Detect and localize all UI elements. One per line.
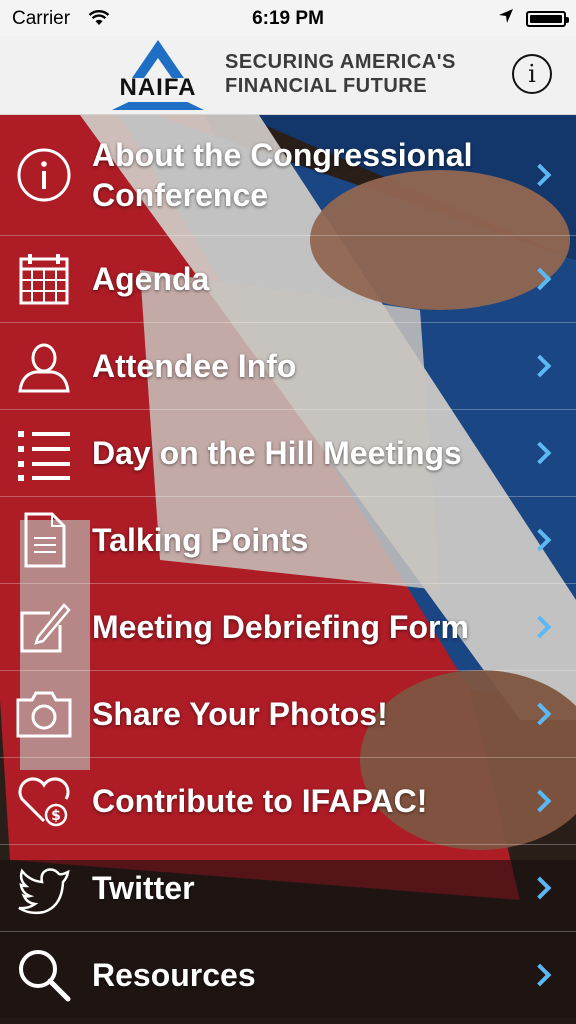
menu-item-label: Share Your Photos! [92, 696, 388, 732]
chevron-right-icon [528, 163, 552, 186]
menu-item-label: Agenda [92, 261, 210, 297]
clock: 6:19 PM [252, 8, 324, 29]
info-circle-icon [14, 145, 74, 205]
person-icon [14, 336, 74, 396]
list-icon [14, 423, 74, 483]
battery-icon [526, 11, 569, 27]
menu-item-label: Resources [92, 957, 256, 993]
menu-item-label: Attendee Info [92, 348, 297, 384]
chevron-right-icon [528, 702, 552, 726]
menu-item-attendee-info[interactable]: Attendee Info [0, 323, 576, 410]
tagline: SECURING AMERICA'S FINANCIAL FUTURE [225, 50, 470, 98]
svg-text:$: $ [51, 808, 61, 824]
menu-item-label: Talking Points [92, 522, 309, 558]
app-header: NAIFA SECURING AMERICA'S FINANCIAL FUTUR… [0, 36, 576, 115]
tagline-line-1: SECURING AMERICA'S [225, 51, 456, 73]
menu-item-agenda[interactable]: Agenda [0, 236, 576, 323]
edit-form-icon [14, 597, 74, 657]
twitter-bird-icon [14, 858, 74, 918]
menu-item-debriefing-form[interactable]: Meeting Debriefing Form [0, 584, 576, 671]
chevron-right-icon [528, 354, 552, 378]
menu-item-resources[interactable]: Resources [0, 932, 576, 1018]
main-menu: About the Congressional Conference Agend… [0, 114, 576, 1018]
menu-item-label: Contribute to IFAPAC! [92, 783, 428, 819]
menu-item-about[interactable]: About the Congressional Conference [0, 114, 576, 236]
chevron-right-icon [528, 963, 552, 987]
status-bar: Carrier 6:19 PM [0, 0, 576, 36]
chevron-right-icon [528, 876, 552, 900]
menu-item-label: Twitter [92, 870, 195, 906]
tagline-line-2: FINANCIAL FUTURE [225, 75, 428, 97]
document-icon [14, 510, 74, 570]
menu-item-share-photos[interactable]: Share Your Photos! [0, 671, 576, 758]
menu-item-label: Day on the Hill Meetings [92, 435, 462, 471]
menu-item-contribute[interactable]: $ Contribute to IFAPAC! [0, 758, 576, 845]
logo-text: NAIFA [119, 74, 197, 101]
menu-item-day-on-the-hill[interactable]: Day on the Hill Meetings [0, 410, 576, 497]
menu-item-talking-points[interactable]: Talking Points [0, 497, 576, 584]
chevron-right-icon [528, 615, 552, 639]
chevron-right-icon [528, 267, 552, 291]
search-icon [14, 945, 74, 1005]
chevron-right-icon [528, 441, 552, 465]
info-button[interactable]: i [512, 54, 552, 94]
camera-icon [14, 684, 74, 744]
location-arrow-icon [498, 8, 514, 30]
menu-item-label: About the Congressional Conference [92, 136, 473, 213]
chevron-right-icon [528, 528, 552, 552]
menu-item-twitter[interactable]: Twitter [0, 845, 576, 932]
calendar-icon [14, 249, 74, 309]
menu-item-label: Meeting Debriefing Form [92, 609, 469, 645]
heart-dollar-icon: $ [14, 771, 74, 831]
naifa-logo: NAIFA [108, 36, 208, 114]
chevron-right-icon [528, 789, 552, 813]
